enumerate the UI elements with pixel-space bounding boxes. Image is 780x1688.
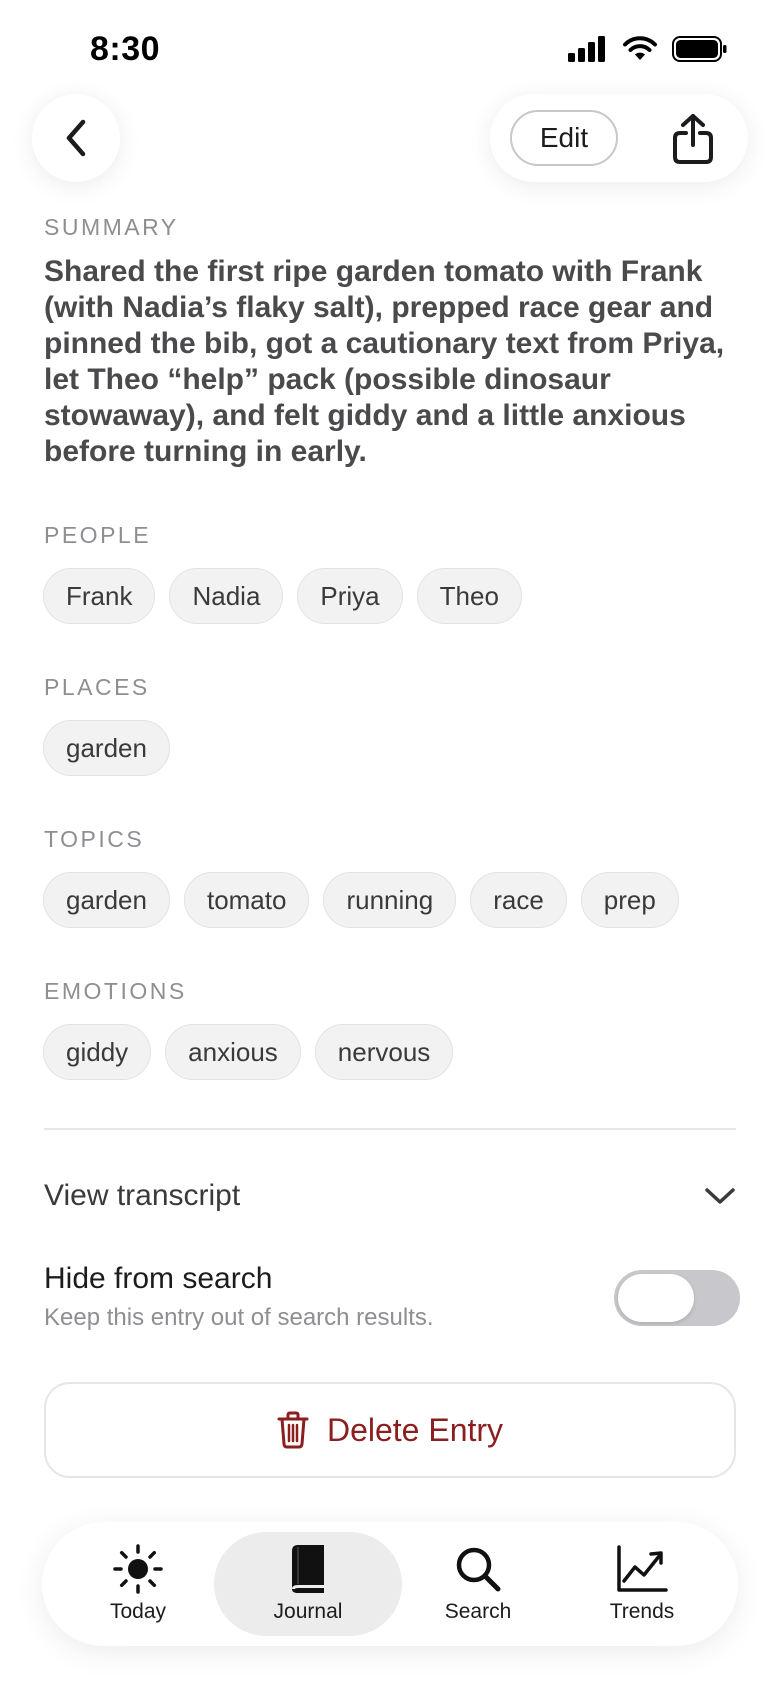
topic-chip-tomato[interactable]: tomato bbox=[183, 872, 310, 928]
hide-from-search-toggle[interactable] bbox=[614, 1270, 740, 1326]
emotion-chip-anxious[interactable]: anxious bbox=[165, 1024, 301, 1080]
places-chips: garden bbox=[43, 720, 170, 776]
share-button[interactable] bbox=[668, 112, 718, 166]
people-label: PEOPLE bbox=[44, 522, 152, 548]
topic-chip-prep[interactable]: prep bbox=[580, 872, 679, 928]
hide-from-search-title: Hide from search bbox=[44, 1262, 273, 1295]
summary-line: before turning in early. bbox=[44, 435, 367, 468]
view-transcript-label: View transcript bbox=[44, 1179, 241, 1212]
summary-line: stowaway), and felt giddy and a little a… bbox=[44, 399, 686, 432]
topic-chip-garden[interactable]: garden bbox=[43, 872, 170, 928]
book-icon bbox=[292, 1545, 324, 1593]
tab-bar: Today Journal Search Trends bbox=[42, 1522, 738, 1646]
summary-label: SUMMARY bbox=[44, 214, 179, 240]
place-chip-garden[interactable]: garden bbox=[43, 720, 170, 776]
status-time: 8:30 bbox=[90, 30, 161, 68]
tab-trends-label: Trends bbox=[609, 1600, 675, 1623]
emotions-chips: giddy anxious nervous bbox=[43, 1024, 454, 1080]
edit-button[interactable]: Edit bbox=[510, 110, 618, 166]
trash-icon bbox=[277, 1411, 309, 1449]
topics-chips: garden tomato running race prep bbox=[43, 872, 679, 928]
person-chip-theo[interactable]: Theo bbox=[416, 568, 522, 624]
summary-line: (with Nadia’s flaky salt), prepped race … bbox=[44, 291, 714, 324]
search-icon bbox=[456, 1547, 501, 1592]
emotion-chip-nervous[interactable]: nervous bbox=[314, 1024, 454, 1080]
topic-chip-running[interactable]: running bbox=[323, 872, 457, 928]
emotion-chip-giddy[interactable]: giddy bbox=[43, 1024, 152, 1080]
person-chip-frank[interactable]: Frank bbox=[43, 568, 156, 624]
battery-icon bbox=[672, 36, 727, 62]
tab-today-label: Today bbox=[109, 1600, 167, 1623]
status-icons bbox=[568, 36, 728, 62]
divider bbox=[44, 1128, 736, 1130]
tab-journal-label: Journal bbox=[273, 1600, 343, 1623]
person-chip-priya[interactable]: Priya bbox=[297, 568, 403, 624]
back-button[interactable] bbox=[32, 94, 120, 182]
summary-text: Shared the first ripe garden tomato with… bbox=[44, 254, 744, 470]
topic-chip-race[interactable]: race bbox=[470, 872, 567, 928]
tab-journal[interactable]: Journal bbox=[214, 1532, 402, 1636]
topics-label: TOPICS bbox=[44, 826, 145, 852]
summary-line: Shared the first ripe garden tomato with… bbox=[44, 255, 703, 288]
person-chip-nadia[interactable]: Nadia bbox=[169, 568, 284, 624]
wifi-icon bbox=[623, 36, 657, 60]
tab-search-label: Search bbox=[444, 1600, 512, 1623]
trend-chart-icon bbox=[617, 1545, 668, 1592]
tab-search[interactable]: Search bbox=[428, 1532, 528, 1636]
emotions-label: EMOTIONS bbox=[44, 978, 187, 1004]
places-label: PLACES bbox=[44, 674, 150, 700]
summary-line: pinned the bib, got a cautionary text fr… bbox=[44, 327, 725, 360]
delete-entry-button[interactable]: Delete Entry bbox=[44, 1382, 736, 1478]
hide-from-search-subtitle: Keep this entry out of search results. bbox=[44, 1304, 434, 1331]
cellular-signal-icon bbox=[568, 36, 605, 62]
chevron-left-icon bbox=[66, 119, 86, 157]
status-bar: 8:30 bbox=[0, 0, 780, 100]
view-transcript-row[interactable]: View transcript bbox=[44, 1170, 736, 1222]
people-chips: Frank Nadia Priya Theo bbox=[43, 568, 522, 624]
chevron-down-icon bbox=[705, 1188, 735, 1204]
share-icon bbox=[673, 114, 713, 164]
toggle-knob bbox=[618, 1274, 694, 1322]
sun-icon bbox=[113, 1544, 163, 1594]
tab-trends[interactable]: Trends bbox=[592, 1532, 692, 1636]
delete-entry-label: Delete Entry bbox=[326, 1411, 504, 1448]
summary-line: let Theo “help” pack (possible dinosaur bbox=[44, 363, 611, 396]
tab-today[interactable]: Today bbox=[92, 1532, 184, 1636]
header-actions: Edit bbox=[490, 94, 748, 182]
